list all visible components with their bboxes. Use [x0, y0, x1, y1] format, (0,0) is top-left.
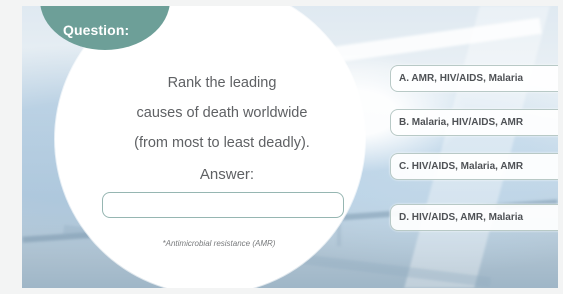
quiz-card: Question: Rank the leading causes of dea…: [22, 6, 558, 288]
option-b-button[interactable]: B. Malaria, HIV/AIDS, AMR: [390, 109, 558, 136]
question-line-3: (from most to least deadly).: [134, 135, 310, 151]
question-line-2: causes of death worldwide: [136, 105, 308, 121]
option-a-button[interactable]: A. AMR, HIV/AIDS, Malaria: [390, 65, 558, 92]
answer-input[interactable]: [102, 192, 344, 218]
question-line-1: Rank the leading: [167, 75, 277, 91]
background-corridor-light: [404, 6, 550, 288]
option-c-button[interactable]: C. HIV/AIDS, Malaria, AMR: [390, 153, 558, 180]
question-text: Rank the leading causes of death worldwi…: [92, 68, 352, 158]
option-d-button[interactable]: D. HIV/AIDS, AMR, Malaria: [390, 204, 558, 231]
amr-footnote: *Antimicrobial resistance (AMR): [162, 239, 276, 248]
question-badge-label: Question:: [63, 22, 130, 38]
answer-label: Answer:: [199, 166, 255, 183]
